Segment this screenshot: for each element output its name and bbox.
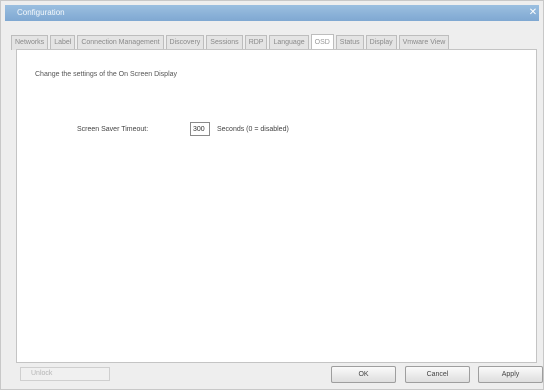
- screen-saver-timeout-input[interactable]: [190, 122, 210, 136]
- tab-status[interactable]: Status: [335, 35, 364, 50]
- configuration-dialog: Configuration ✕ Networks Label Connectio…: [0, 0, 544, 390]
- close-icon[interactable]: ✕: [527, 8, 539, 18]
- tab-label[interactable]: Label: [50, 35, 76, 50]
- unlock-status: Unlock: [20, 367, 110, 381]
- tab-sessions[interactable]: Sessions: [206, 35, 243, 50]
- dialog-footer: Unlock OK Cancel Apply: [1, 363, 544, 391]
- tab-display[interactable]: Display: [365, 35, 397, 50]
- screen-saver-timeout-unit: Seconds (0 = disabled): [217, 126, 289, 133]
- tab-language[interactable]: Language: [269, 35, 309, 50]
- tab-bar: Networks Label Connection Management Dis…: [11, 32, 451, 51]
- tab-networks[interactable]: Networks: [11, 35, 49, 50]
- title-bar: Configuration ✕: [5, 5, 539, 21]
- apply-button[interactable]: Apply: [478, 366, 543, 383]
- tab-rdp[interactable]: RDP: [244, 35, 268, 50]
- cancel-button[interactable]: Cancel: [405, 366, 470, 383]
- ok-button[interactable]: OK: [331, 366, 396, 383]
- screen-saver-timeout-label: Screen Saver Timeout:: [77, 126, 149, 133]
- tab-discovery[interactable]: Discovery: [165, 35, 205, 50]
- window-title: Configuration: [17, 8, 65, 17]
- osd-settings-panel: Change the settings of the On Screen Dis…: [16, 49, 537, 363]
- panel-description: Change the settings of the On Screen Dis…: [35, 71, 178, 78]
- tab-connection-management[interactable]: Connection Management: [77, 35, 164, 50]
- tab-vmware-view[interactable]: Vmware View: [398, 35, 450, 50]
